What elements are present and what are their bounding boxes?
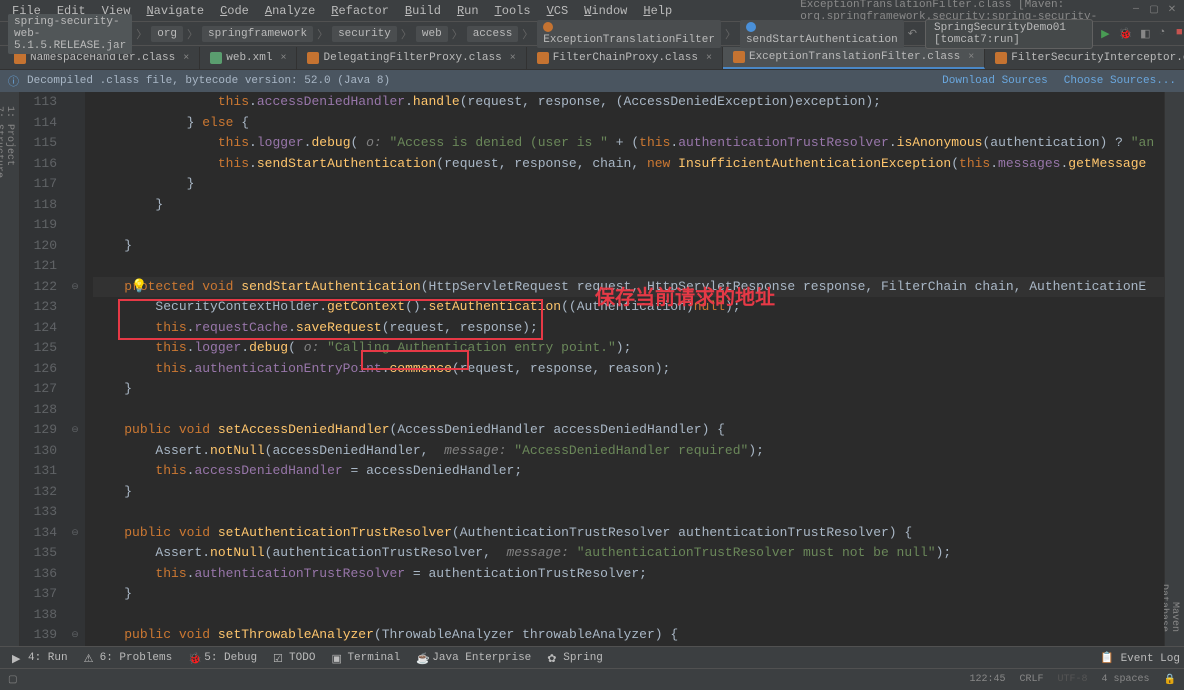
code-line-117[interactable]: } <box>93 174 1164 195</box>
code-line-135[interactable]: Assert.notNull(authenticationTrustResolv… <box>93 543 1164 564</box>
profile-icon[interactable]: ◔ <box>1159 27 1168 41</box>
code-editor[interactable]: 1131141151161171181191201211221231241251… <box>20 92 1164 646</box>
btab-5-debug[interactable]: 🐞5: Debug <box>180 650 265 666</box>
code-line-136[interactable]: this.authenticationTrustResolver = authe… <box>93 564 1164 585</box>
code-line-127[interactable]: } <box>93 379 1164 400</box>
btab-6-problems[interactable]: ⚠6: Problems <box>76 650 181 666</box>
code-line-133[interactable] <box>93 502 1164 523</box>
file-icon <box>307 52 319 64</box>
tab-filtersecurityinterceptor-class[interactable]: FilterSecurityInterceptor.class× <box>985 47 1184 69</box>
code-line-130[interactable]: Assert.notNull(accessDeniedHandler, mess… <box>93 441 1164 462</box>
code-line-118[interactable]: } <box>93 195 1164 216</box>
btab-4-run[interactable]: ▶4: Run <box>4 650 76 666</box>
tool-1-project[interactable]: 1: Project <box>4 106 15 632</box>
btab-terminal[interactable]: ▣Terminal <box>323 650 408 666</box>
crumb-0[interactable]: spring-security-web-5.1.5.RELEASE.jar <box>8 14 132 54</box>
coverage-icon[interactable]: ◧ <box>1140 27 1150 41</box>
run-icon[interactable]: ▶ <box>1101 27 1110 41</box>
code-line-129[interactable]: public void setAccessDeniedHandler(Acces… <box>93 420 1164 441</box>
crumb-2[interactable]: springframework <box>202 26 313 42</box>
code-line-138[interactable] <box>93 605 1164 626</box>
terminal-icon: ▣ <box>331 652 343 664</box>
debug-icon[interactable]: 🐞 <box>1118 27 1132 41</box>
left-tool-strip[interactable]: 1: Project7: Structure2: FavoritesWeb <box>0 92 20 646</box>
4: run-icon: ▶ <box>12 652 24 664</box>
line-gutter: 1131141151161171181191201211221231241251… <box>20 92 65 646</box>
code-line-128[interactable] <box>93 400 1164 421</box>
bottom-tool-tabs: ▶4: Run⚠6: Problems🐞5: Debug☑TODO▣Termin… <box>0 646 1184 668</box>
status-bar: ▢ 122:45 CRLF UTF-8 4 spaces 🔒 <box>0 668 1184 690</box>
run-config-select[interactable]: SpringSecurityDemo01 [tomcat7:run] <box>925 19 1093 49</box>
tab-close-icon[interactable]: × <box>968 52 974 63</box>
intention-bulb-icon[interactable]: 💡 <box>131 277 147 298</box>
code-line-131[interactable]: this.accessDeniedHandler = accessDeniedH… <box>93 461 1164 482</box>
code-line-134[interactable]: public void setAuthenticationTrustResolv… <box>93 523 1164 544</box>
cursor-position: 122:45 <box>969 674 1005 686</box>
crumb-1[interactable]: org <box>151 26 183 42</box>
code-line-114[interactable]: } else { <box>93 113 1164 134</box>
spring-icon: ✿ <box>547 652 559 664</box>
line-ending[interactable]: CRLF <box>1020 674 1044 686</box>
code-line-121[interactable] <box>93 256 1164 277</box>
breadcrumb-bar: spring-security-web-5.1.5.RELEASE.jar〉or… <box>0 22 1184 46</box>
lock-icon: 🔒 <box>1164 674 1176 686</box>
maximize-icon[interactable]: ▢ <box>1146 4 1162 18</box>
crumb-3[interactable]: security <box>332 26 397 42</box>
fold-gutter[interactable]: ⊖ ⊖ ⊖ ⊖ <box>65 92 85 646</box>
code-line-137[interactable]: } <box>93 584 1164 605</box>
code-line-116[interactable]: this.sendStartAuthentication(request, re… <box>93 154 1164 175</box>
crumb-6[interactable]: ExceptionTranslationFilter <box>537 20 721 48</box>
code-line-126[interactable]: this.authenticationEntryPoint.commence(r… <box>93 359 1164 380</box>
tab-close-icon[interactable]: × <box>183 53 189 64</box>
crumb-5[interactable]: access <box>467 26 519 42</box>
code-content[interactable]: this.accessDeniedHandler.handle(request,… <box>85 92 1164 646</box>
tab-close-icon[interactable]: × <box>280 53 286 64</box>
indent-status[interactable]: 4 spaces <box>1102 674 1150 686</box>
close-icon[interactable]: ✕ <box>1164 4 1180 18</box>
tool-7-structure[interactable]: 7: Structure <box>0 106 4 632</box>
minimize-icon[interactable]: — <box>1128 4 1144 18</box>
tab-close-icon[interactable]: × <box>706 53 712 64</box>
decompile-banner: ⓘ Decompiled .class file, bytecode versi… <box>0 70 1184 92</box>
code-line-124[interactable]: this.requestCache.saveRequest(request, r… <box>93 318 1164 339</box>
6: problems-icon: ⚠ <box>84 652 96 664</box>
btab-spring[interactable]: ✿Spring <box>539 650 611 666</box>
annotation-text: 保存当前请求的地址 <box>595 288 775 309</box>
btab-java-enterprise[interactable]: ☕Java Enterprise <box>408 650 539 666</box>
download-sources-link[interactable]: Download Sources <box>942 75 1048 87</box>
code-line-119[interactable] <box>93 215 1164 236</box>
java enterprise-icon: ☕ <box>416 652 428 664</box>
file-icon <box>995 52 1007 64</box>
tool-maven[interactable]: Maven <box>1169 106 1180 632</box>
right-tool-strip[interactable]: MavenDatabase <box>1164 92 1184 646</box>
info-icon: ⓘ <box>8 73 19 89</box>
event-log-button[interactable]: 📋 Event Log <box>1100 651 1180 665</box>
file-icon <box>537 52 549 64</box>
todo-icon: ☑ <box>273 652 285 664</box>
banner-text: Decompiled .class file, bytecode version… <box>27 75 390 87</box>
choose-sources-link[interactable]: Choose Sources... <box>1064 75 1176 87</box>
code-line-115[interactable]: this.logger.debug( o: "Access is denied … <box>93 133 1164 154</box>
back-icon[interactable]: ↶ <box>908 27 917 41</box>
stop-icon[interactable]: ■ <box>1176 27 1184 41</box>
btab-todo[interactable]: ☑TODO <box>265 650 323 666</box>
tab-close-icon[interactable]: × <box>510 53 516 64</box>
file-icon <box>14 52 26 64</box>
file-icon <box>210 52 222 64</box>
5: debug-icon: 🐞 <box>188 652 200 664</box>
code-line-125[interactable]: this.logger.debug( o: "Calling Authentic… <box>93 338 1164 359</box>
crumb-7[interactable]: sendStartAuthentication <box>740 20 904 48</box>
crumb-4[interactable]: web <box>416 26 448 42</box>
code-line-120[interactable]: } <box>93 236 1164 257</box>
code-line-139[interactable]: public void setThrowableAnalyzer(Throwab… <box>93 625 1164 646</box>
code-line-132[interactable]: } <box>93 482 1164 503</box>
code-line-113[interactable]: this.accessDeniedHandler.handle(request,… <box>93 92 1164 113</box>
